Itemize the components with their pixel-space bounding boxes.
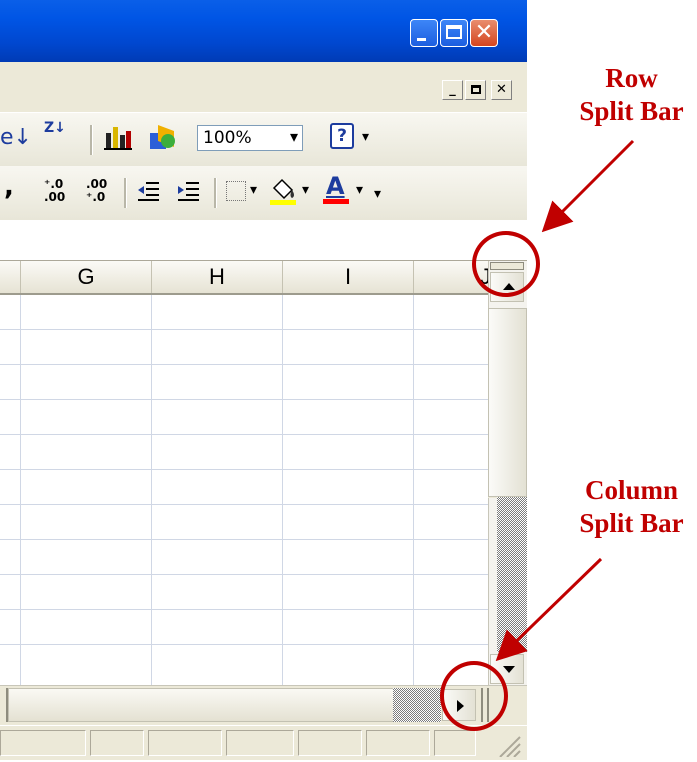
column-split-arrow — [495, 557, 603, 662]
row-split-arrow — [541, 139, 635, 233]
annotation-arrows — [495, 139, 635, 662]
